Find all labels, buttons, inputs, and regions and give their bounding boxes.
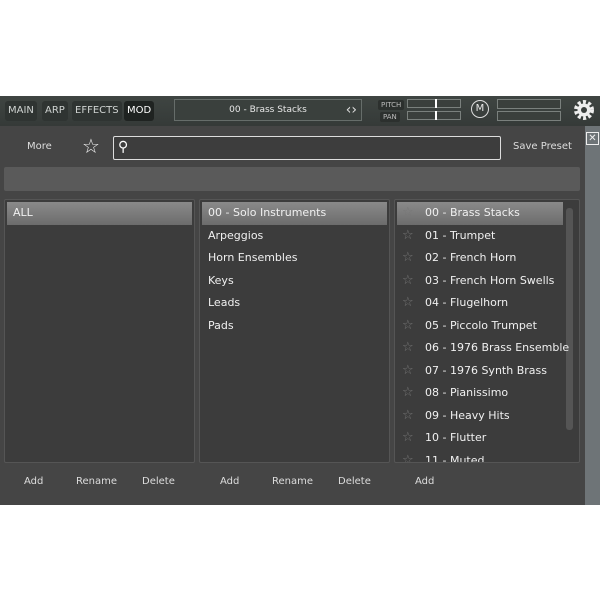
list-item[interactable]: Horn Ensembles bbox=[202, 247, 387, 270]
star-icon[interactable]: ☆ bbox=[402, 405, 414, 427]
search-input[interactable]: ⚲ bbox=[113, 136, 501, 160]
filter-bar bbox=[4, 167, 580, 191]
preset-name: 10 - Flutter bbox=[425, 431, 487, 444]
search-icon: ⚲ bbox=[118, 139, 129, 155]
subcategory-list: 00 - Solo Instruments Arpeggios Horn Ensem… bbox=[199, 199, 390, 463]
level-meter-left bbox=[497, 99, 561, 109]
star-icon[interactable]: ☆ bbox=[402, 292, 414, 314]
star-icon[interactable]: ☆ bbox=[402, 382, 414, 404]
preset-name: 07 - 1976 Synth Brass bbox=[425, 363, 547, 377]
star-icon[interactable]: ☆ bbox=[82, 136, 100, 156]
preset-item[interactable]: ☆ 07 - 1976 Synth Brass bbox=[397, 360, 577, 383]
list-item[interactable]: Pads bbox=[202, 315, 387, 338]
preset-name: 08 - Pianissimo bbox=[425, 386, 509, 399]
preset-selector[interactable]: 00 - Brass Stacks ‹› bbox=[174, 99, 362, 121]
preset-item[interactable]: ☆ 04 - Flugelhorn bbox=[397, 292, 577, 315]
side-panel bbox=[585, 126, 600, 505]
delete-category-button[interactable]: Delete bbox=[142, 476, 175, 487]
preset-item[interactable]: ☆ 09 - Heavy Hits bbox=[397, 405, 577, 428]
preset-browser: MAIN ARP EFFECTS MOD 00 - Brass Stacks ‹… bbox=[0, 96, 600, 505]
preset-name: 03 - French Horn Swells bbox=[425, 273, 555, 287]
tab-main[interactable]: MAIN bbox=[5, 101, 37, 121]
preset-item[interactable]: ☆ 00 - Brass Stacks bbox=[397, 202, 563, 225]
preset-list: ☆ 00 - Brass Stacks ☆ 01 - Trumpet ☆ 02 - Fre… bbox=[394, 199, 580, 463]
add-subcategory-button[interactable]: Add bbox=[220, 476, 239, 487]
preset-name: 04 - Flugelhorn bbox=[425, 296, 509, 309]
preset-name: 06 - 1976 Brass Ensemble bbox=[425, 341, 570, 354]
star-icon[interactable]: ☆ bbox=[402, 427, 414, 449]
preset-name: 00 - Brass Stacks bbox=[425, 206, 520, 219]
mono-button[interactable]: M bbox=[471, 100, 489, 118]
star-icon[interactable]: ☆ bbox=[402, 315, 414, 337]
preset-name: 11 - Muted bbox=[425, 453, 485, 463]
star-icon[interactable]: ☆ bbox=[402, 202, 414, 224]
preset-item[interactable]: ☆ 05 - Piccolo Trumpet bbox=[397, 315, 577, 338]
level-meter-right bbox=[497, 111, 561, 121]
rename-category-button[interactable]: Rename bbox=[76, 476, 117, 487]
delete-subcategory-button[interactable]: Delete bbox=[338, 476, 371, 487]
preset-name: 05 - Piccolo Trumpet bbox=[425, 318, 537, 332]
list-item[interactable]: 00 - Solo Instruments bbox=[202, 202, 387, 225]
save-preset-button[interactable]: Save Preset bbox=[513, 141, 572, 152]
top-bar: MAIN ARP EFFECTS MOD 00 - Brass Stacks ‹… bbox=[0, 96, 600, 126]
list-item[interactable]: Keys bbox=[202, 270, 387, 293]
pan-slider[interactable] bbox=[407, 111, 461, 120]
preset-item[interactable]: ☆ 10 - Flutter bbox=[397, 427, 577, 450]
star-icon[interactable]: ☆ bbox=[402, 247, 414, 269]
star-icon[interactable]: ☆ bbox=[402, 270, 414, 292]
rename-subcategory-button[interactable]: Rename bbox=[272, 476, 313, 487]
preset-name: 02 - French Horn bbox=[425, 251, 517, 264]
preset-name: 09 - Heavy Hits bbox=[425, 408, 510, 422]
add-category-button[interactable]: Add bbox=[24, 476, 43, 487]
star-icon[interactable]: ☆ bbox=[402, 360, 414, 382]
star-icon[interactable]: ☆ bbox=[402, 450, 414, 463]
preset-item[interactable]: ☆ 11 - Muted bbox=[397, 450, 577, 463]
pitch-slider[interactable] bbox=[407, 99, 461, 108]
list-item[interactable]: Leads bbox=[202, 292, 387, 315]
preset-item[interactable]: ☆ 02 - French Horn bbox=[397, 247, 577, 270]
tab-effects[interactable]: EFFECTS bbox=[72, 101, 122, 121]
pitch-label: PITCH bbox=[378, 100, 405, 110]
preset-name: 01 - Trumpet bbox=[425, 228, 496, 242]
tab-arp[interactable]: ARP bbox=[42, 101, 68, 121]
close-icon[interactable]: ✕ bbox=[586, 132, 599, 145]
more-button[interactable]: More bbox=[27, 141, 52, 152]
prev-next-arrows-icon[interactable]: ‹› bbox=[346, 100, 357, 120]
preset-item[interactable]: ☆ 03 - French Horn Swells bbox=[397, 270, 577, 293]
list-item[interactable]: Arpeggios bbox=[202, 225, 387, 248]
preset-item[interactable]: ☆ 01 - Trumpet bbox=[397, 225, 577, 248]
pan-label: PAN bbox=[380, 112, 400, 122]
star-icon[interactable]: ☆ bbox=[402, 337, 414, 359]
tab-mod[interactable]: MOD bbox=[124, 101, 155, 121]
preset-item[interactable]: ☆ 06 - 1976 Brass Ensemble bbox=[397, 337, 577, 360]
category-list: ALL bbox=[4, 199, 195, 463]
star-icon[interactable]: ☆ bbox=[402, 225, 414, 247]
preset-item[interactable]: ☆ 08 - Pianissimo bbox=[397, 382, 577, 405]
current-preset-name: 00 - Brass Stacks bbox=[229, 105, 307, 115]
list-item[interactable]: ALL bbox=[7, 202, 192, 225]
add-preset-button[interactable]: Add bbox=[415, 476, 434, 487]
gear-icon[interactable] bbox=[573, 99, 595, 121]
